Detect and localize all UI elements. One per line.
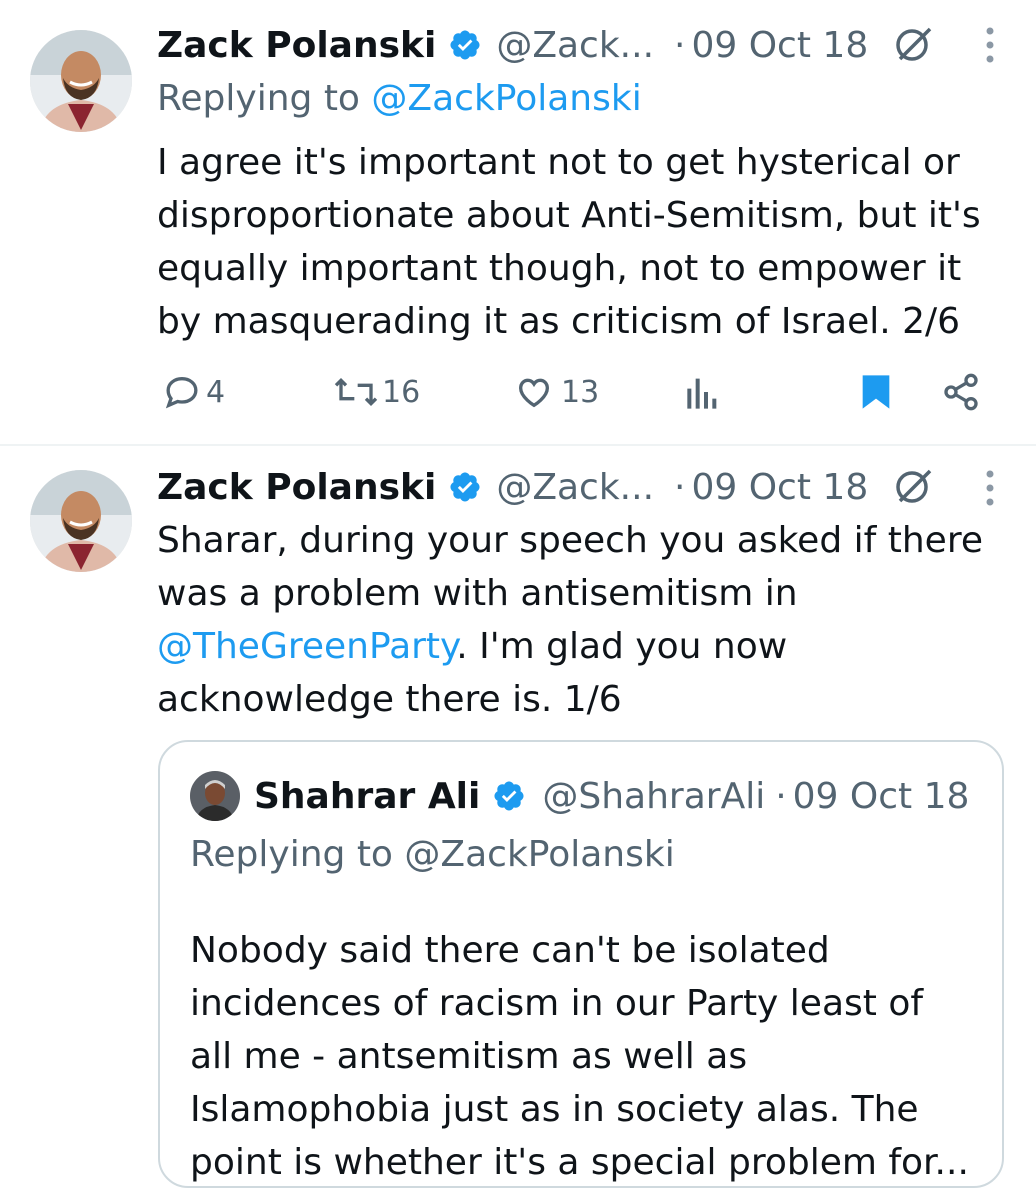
tweet-text-line: acknowledge there is. 1/6 — [157, 679, 622, 720]
replying-to-handle[interactable]: @ZackPolanski — [404, 834, 674, 875]
tweet-text-line: point is whether it's a special problem … — [190, 1142, 969, 1183]
replying-to: Replying to @ZackPolanski — [157, 78, 642, 119]
tweet-header: Zack Polanski @Zack... · 09 Oct 18 — [157, 462, 1036, 512]
tweet-text-line: was a problem with antisemitism in — [157, 573, 798, 614]
tweet-text-line: @TheGreenParty. I'm glad you now — [157, 620, 1017, 673]
replying-to-handle[interactable]: @ZackPolanski — [371, 78, 641, 119]
mention-link[interactable]: @TheGreenParty — [157, 626, 456, 667]
tweet-text: Sharar, during your speech you asked if … — [157, 514, 1017, 726]
avatar[interactable] — [30, 470, 132, 572]
verified-badge-icon — [448, 470, 482, 504]
separator-dot: · — [674, 24, 686, 66]
author-handle[interactable]: @Zack... — [496, 467, 654, 508]
author-name[interactable]: Shahrar Ali — [254, 776, 480, 817]
author-name[interactable]: Zack Polanski — [157, 25, 436, 66]
tweet-text-line: Islamophobia just as in society alas. Th… — [190, 1089, 919, 1130]
separator-dot: · — [775, 775, 787, 817]
avatar — [190, 771, 240, 821]
tweet-text-line: Nobody said there can't be isolated — [190, 930, 830, 971]
tweet-actions: 4 16 13 — [0, 372, 1036, 422]
avatar[interactable] — [30, 30, 132, 132]
retweet-button[interactable]: 16 — [332, 372, 420, 412]
more-vertical-icon[interactable] — [984, 468, 996, 508]
tweet-text-line: incidences of racism in our Party least … — [190, 983, 924, 1024]
tweet-text-line: I agree it's important not to get hyster… — [157, 142, 960, 183]
retweet-icon — [332, 372, 380, 412]
tweet-text-line: equally important though, not to empower… — [157, 248, 962, 289]
replying-to-label: Replying to — [190, 834, 393, 875]
tweet-header: Zack Polanski @Zack... · 09 Oct 18 — [157, 20, 1036, 70]
tweet-text-fragment: . I'm glad you now — [456, 626, 788, 667]
views-icon — [683, 372, 719, 412]
share-icon — [940, 372, 982, 412]
heart-icon — [513, 372, 555, 412]
reply-count: 4 — [206, 374, 226, 410]
tweet-date[interactable]: 09 Oct 18 — [691, 467, 868, 508]
tweet-text-line: by masquerading it as criticism of Israe… — [157, 301, 961, 342]
bookmark-icon — [858, 372, 894, 412]
like-count: 13 — [561, 374, 600, 410]
retweet-count: 16 — [382, 374, 421, 410]
tweet-date[interactable]: 09 Oct 18 — [691, 25, 868, 66]
grok-icon[interactable] — [894, 467, 934, 507]
like-button[interactable]: 13 — [513, 372, 599, 412]
more-vertical-icon[interactable] — [984, 25, 996, 65]
bookmark-button[interactable] — [858, 372, 894, 412]
views-button[interactable] — [683, 372, 719, 412]
separator-dot: · — [674, 466, 686, 508]
author-name[interactable]: Zack Polanski — [157, 467, 436, 508]
replying-to-label: Replying to — [157, 78, 360, 119]
quoted-tweet[interactable]: Shahrar Ali @ShahrarAli · 09 Oct 18 Repl… — [158, 740, 1004, 1188]
author-handle[interactable]: @ShahrarAli — [542, 776, 765, 817]
verified-badge-icon — [492, 779, 526, 813]
tweet-text: I agree it's important not to get hyster… — [157, 136, 1017, 348]
quoted-tweet-text: Nobody said there can't be isolated inci… — [190, 924, 969, 1189]
tweet-1[interactable]: Zack Polanski @Zack... · 09 Oct 18 Reply… — [0, 0, 1036, 445]
grok-icon[interactable] — [894, 25, 934, 65]
quoted-tweet-header: Shahrar Ali @ShahrarAli · 09 Oct 18 — [190, 770, 969, 822]
reply-icon — [162, 372, 202, 412]
tweet-text-line: disproportionate about Anti-Semitism, bu… — [157, 195, 981, 236]
tweet-text-line: all me - antsemitism as well as — [190, 1036, 748, 1077]
reply-button[interactable]: 4 — [162, 372, 225, 412]
author-handle[interactable]: @Zack... — [496, 25, 654, 66]
tweet-text-line: Sharar, during your speech you asked if … — [157, 520, 983, 561]
verified-badge-icon — [448, 28, 482, 62]
replying-to: Replying to @ZackPolanski — [190, 834, 675, 875]
share-button[interactable] — [940, 372, 982, 412]
tweet-date[interactable]: 09 Oct 18 — [793, 776, 970, 817]
